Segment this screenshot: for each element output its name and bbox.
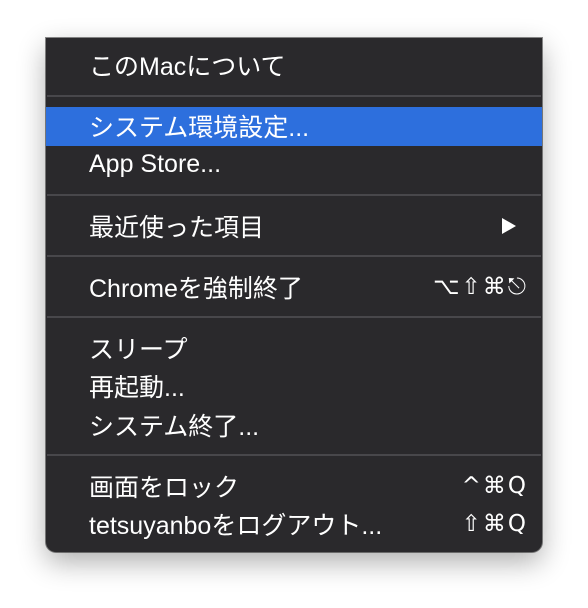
menu-item-label: 再起動...	[89, 374, 185, 403]
keyboard-shortcut: ⌥⇧⌘⎋	[433, 273, 528, 300]
menu-item-recent-items[interactable]: 最近使った項目	[46, 207, 542, 246]
menu-item-label: システム環境設定...	[89, 114, 310, 143]
menu-item-restart[interactable]: 再起動...	[46, 367, 542, 406]
keyboard-shortcut: ⇧⌘Q	[461, 511, 528, 538]
menu-item-force-quit[interactable]: Chromeを強制終了 ⌥⇧⌘⎋	[46, 268, 542, 307]
menu-item-sleep[interactable]: スリープ	[46, 329, 542, 368]
menu-item-about-this-mac[interactable]: このMacについて	[46, 46, 542, 85]
menu-separator	[46, 444, 542, 467]
menu-item-label: 最近使った項目	[89, 213, 265, 242]
menu-item-system-preferences[interactable]: システム環境設定...	[46, 107, 542, 146]
menu-item-shut-down[interactable]: システム終了...	[46, 406, 542, 445]
menu-item-lock-screen[interactable]: 画面をロック ^⌘Q	[46, 467, 542, 506]
submenu-arrow-icon	[502, 217, 516, 234]
apple-menu: このMacについて システム環境設定... App Store... 最近使った…	[46, 38, 542, 552]
keyboard-shortcut: ^⌘Q	[461, 472, 528, 499]
menu-item-label: スリープ	[89, 335, 188, 364]
menu-item-label: Chromeを強制終了	[89, 274, 303, 303]
menu-item-label: App Store...	[89, 150, 222, 179]
menu-separator	[46, 184, 542, 207]
menu-item-log-out[interactable]: tetsuyanboをログアウト... ⇧⌘Q	[46, 505, 542, 544]
menu-item-label: システム終了...	[89, 412, 260, 441]
menu-separator	[46, 85, 542, 108]
menu-item-label: このMacについて	[89, 53, 286, 82]
menu-item-app-store[interactable]: App Store...	[46, 146, 542, 185]
menu-item-label: tetsuyanboをログアウト...	[89, 512, 383, 541]
menu-item-label: 画面をロック	[89, 473, 240, 502]
menu-separator	[46, 245, 542, 268]
menu-separator	[46, 306, 542, 329]
